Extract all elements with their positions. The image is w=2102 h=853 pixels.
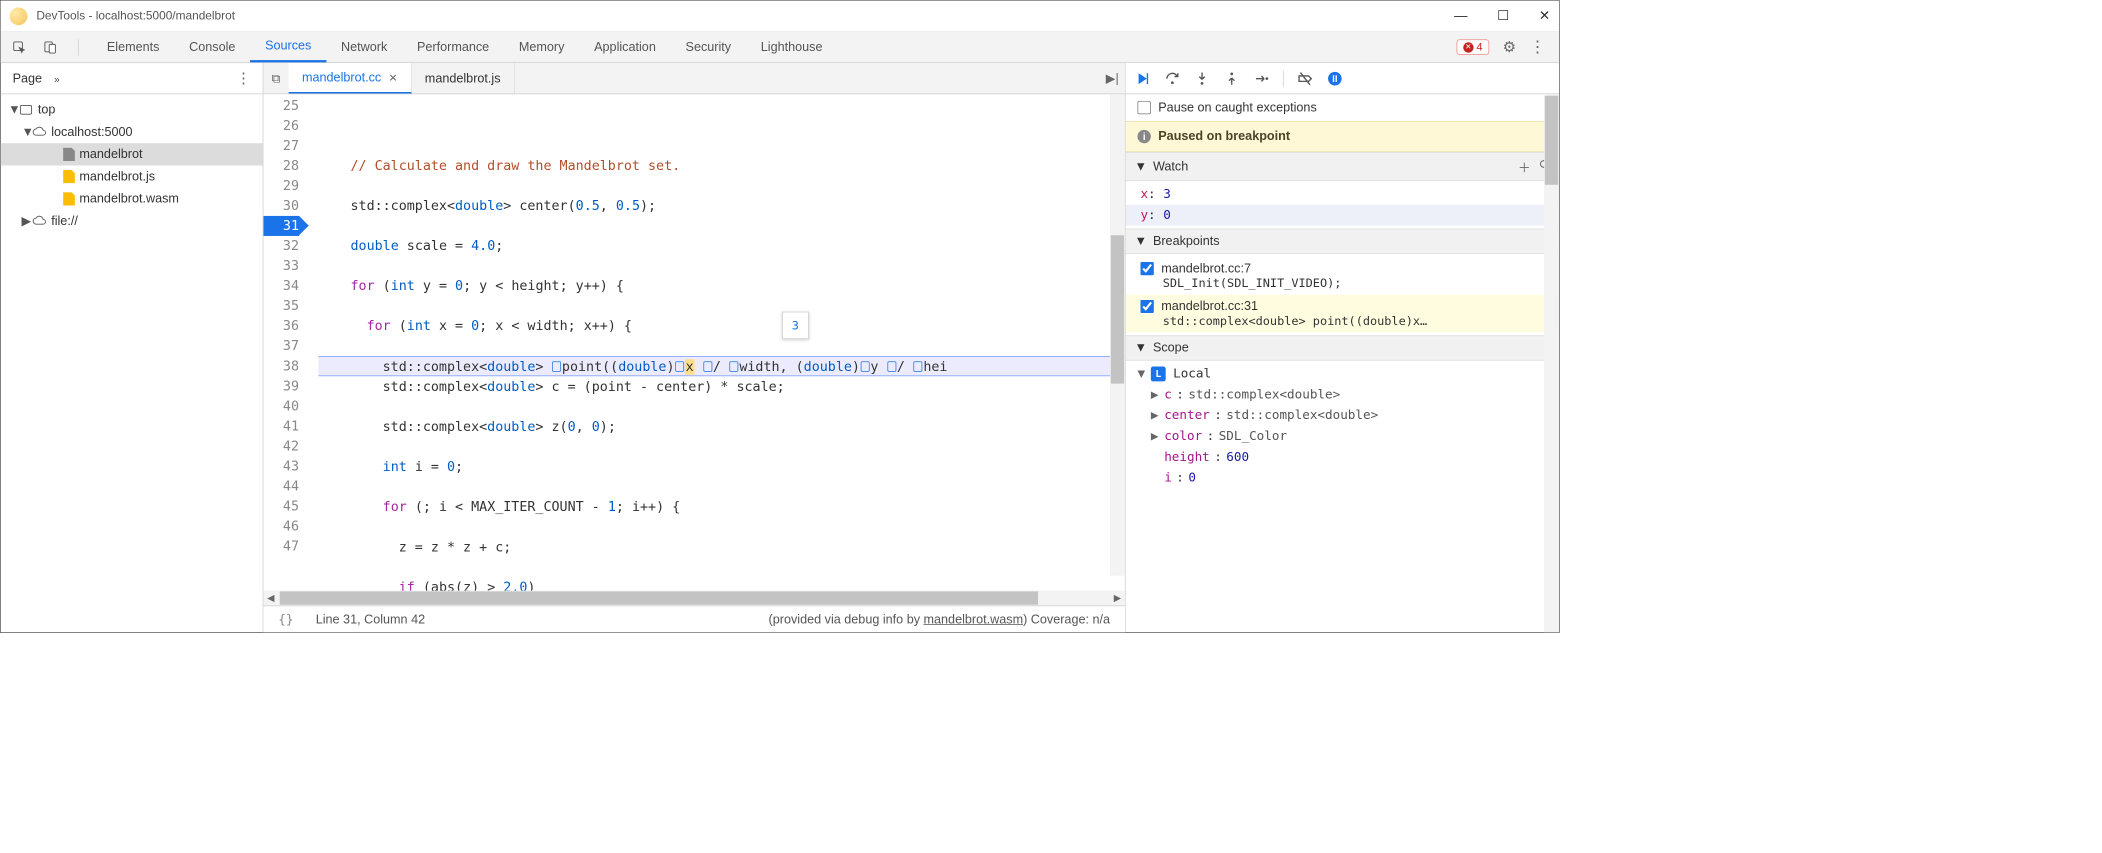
navigator-tab-page[interactable]: Page <box>13 71 42 86</box>
cloud-icon <box>32 125 47 140</box>
tab-performance[interactable]: Performance <box>402 32 504 62</box>
wasm-step-icon <box>552 361 561 371</box>
device-toggle-icon[interactable] <box>42 39 58 55</box>
status-bar: {} Line 31, Column 42 (provided via debu… <box>263 605 1124 632</box>
watch-row-x[interactable]: x: 3 <box>1126 184 1559 205</box>
cursor-position: Line 31, Column 42 <box>316 612 425 627</box>
tree-file-mandelbrot-wasm[interactable]: mandelbrot.wasm <box>1 188 263 210</box>
step-out-icon[interactable] <box>1224 70 1240 86</box>
script-icon <box>63 170 75 183</box>
tree-file-mandelbrot[interactable]: mandelbrot <box>1 143 263 165</box>
navigator-pane: Page » ⋮ ▼top ▼localhost:5000 mandelbrot… <box>1 63 264 632</box>
wasm-step-icon <box>703 361 712 371</box>
window-maximize-button[interactable]: ☐ <box>1497 8 1509 24</box>
scope-var-c[interactable]: ▶c: std::complex<double> <box>1126 384 1559 405</box>
right-scrollbar[interactable] <box>1544 94 1559 632</box>
scope-var-center[interactable]: ▶center: std::complex<double> <box>1126 405 1559 426</box>
code-editor[interactable]: 2526272829303132333435363738394041424344… <box>263 94 1124 590</box>
window-minimize-button[interactable]: — <box>1454 8 1467 24</box>
tab-console[interactable]: Console <box>174 32 250 62</box>
vertical-scrollbar[interactable] <box>1110 94 1125 576</box>
scope-var-height[interactable]: height: 600 <box>1126 447 1559 468</box>
wasm-step-icon <box>675 361 684 371</box>
pause-exceptions-icon[interactable] <box>1327 70 1343 86</box>
file-nav-back-icon[interactable]: ⧉ <box>263 71 288 86</box>
paused-notice: i Paused on breakpoint <box>1126 121 1559 152</box>
debugger-pane: Pause on caught exceptions i Paused on b… <box>1126 63 1559 632</box>
pause-caught-label: Pause on caught exceptions <box>1158 100 1316 115</box>
add-watch-icon[interactable]: ＋ <box>1518 157 1531 176</box>
file-tab-mandelbrot-js[interactable]: mandelbrot.js <box>411 63 514 93</box>
breakpoint-row-0[interactable]: mandelbrot.cc:7 SDL_Init(SDL_INIT_VIDEO)… <box>1126 257 1559 295</box>
scope-local[interactable]: ▼LLocal <box>1126 364 1559 385</box>
close-icon[interactable]: ✕ <box>389 72 398 85</box>
tab-memory[interactable]: Memory <box>504 32 579 62</box>
tab-elements[interactable]: Elements <box>92 32 174 62</box>
deactivate-breakpoints-icon[interactable] <box>1297 70 1313 86</box>
watch-header[interactable]: ▼Watch＋⟳ <box>1126 152 1559 181</box>
error-dot-icon: ✕ <box>1463 42 1473 52</box>
scope-var-i[interactable]: i: 0 <box>1126 467 1559 488</box>
document-icon <box>63 148 75 161</box>
info-icon: i <box>1137 130 1150 143</box>
local-badge-icon: L <box>1151 367 1166 382</box>
watch-row-y[interactable]: y: 0 <box>1126 205 1559 226</box>
tab-application[interactable]: Application <box>579 32 670 62</box>
more-kebab-icon[interactable]: ⋮ <box>1529 37 1545 56</box>
error-badge[interactable]: ✕4 <box>1456 39 1489 55</box>
pretty-print-icon[interactable]: {} <box>278 612 293 627</box>
execution-line: std::complex<double> point((double)x / w… <box>318 356 1125 376</box>
file-nav-forward-icon[interactable]: ▶| <box>1100 71 1125 86</box>
wasm-step-icon <box>861 361 870 371</box>
wasm-icon <box>63 192 75 205</box>
wasm-step-icon <box>887 361 896 371</box>
breakpoint-checkbox[interactable] <box>1140 262 1153 275</box>
devtools-tabbar: Elements Console Sources Network Perform… <box>1 32 1559 63</box>
breakpoint-marker[interactable]: 31 <box>263 216 299 236</box>
tree-top-frame[interactable]: ▼top <box>1 99 263 121</box>
tree-origin[interactable]: ▼localhost:5000 <box>1 121 263 143</box>
tab-security[interactable]: Security <box>671 32 746 62</box>
horizontal-scrollbar[interactable]: ◀▶ <box>263 591 1124 606</box>
tab-network[interactable]: Network <box>326 32 402 62</box>
value-tooltip: 3 <box>782 312 808 339</box>
tab-lighthouse[interactable]: Lighthouse <box>746 32 837 62</box>
app-icon <box>10 7 28 25</box>
navigator-more-tabs-icon[interactable]: » <box>54 72 60 84</box>
window-title: DevTools - localhost:5000/mandelbrot <box>36 9 235 22</box>
step-over-icon[interactable] <box>1164 70 1180 86</box>
frame-icon <box>19 102 34 117</box>
tab-sources[interactable]: Sources <box>250 32 326 62</box>
navigator-menu-icon[interactable]: ⋮ <box>236 69 251 88</box>
breakpoint-row-1[interactable]: mandelbrot.cc:31 std::complex<double> po… <box>1126 295 1559 333</box>
resume-icon[interactable] <box>1135 70 1151 86</box>
wasm-step-icon <box>730 361 739 371</box>
breakpoint-checkbox[interactable] <box>1140 300 1153 313</box>
wasm-step-icon <box>914 361 923 371</box>
file-tabbar: ⧉ mandelbrot.cc✕ mandelbrot.js ▶| <box>263 63 1124 94</box>
breakpoints-header[interactable]: ▼Breakpoints <box>1126 229 1559 254</box>
inspect-icon[interactable] <box>11 39 27 55</box>
scope-var-color[interactable]: ▶color: SDL_Color <box>1126 426 1559 447</box>
tree-file-mandelbrot-js[interactable]: mandelbrot.js <box>1 165 263 187</box>
window-close-button[interactable]: ✕ <box>1539 8 1550 24</box>
step-into-icon[interactable] <box>1194 70 1210 86</box>
window-titlebar: DevTools - localhost:5000/mandelbrot — ☐… <box>1 1 1559 32</box>
file-tab-mandelbrot-cc[interactable]: mandelbrot.cc✕ <box>289 63 412 93</box>
settings-gear-icon[interactable]: ⚙ <box>1503 38 1516 57</box>
cloud-icon <box>32 214 47 229</box>
scope-header[interactable]: ▼Scope <box>1126 335 1559 360</box>
step-icon[interactable] <box>1253 70 1269 86</box>
tree-file-scheme[interactable]: ▶file:// <box>1 210 263 232</box>
wasm-source-link[interactable]: mandelbrot.wasm <box>924 612 1024 626</box>
pause-caught-checkbox[interactable] <box>1137 101 1150 114</box>
